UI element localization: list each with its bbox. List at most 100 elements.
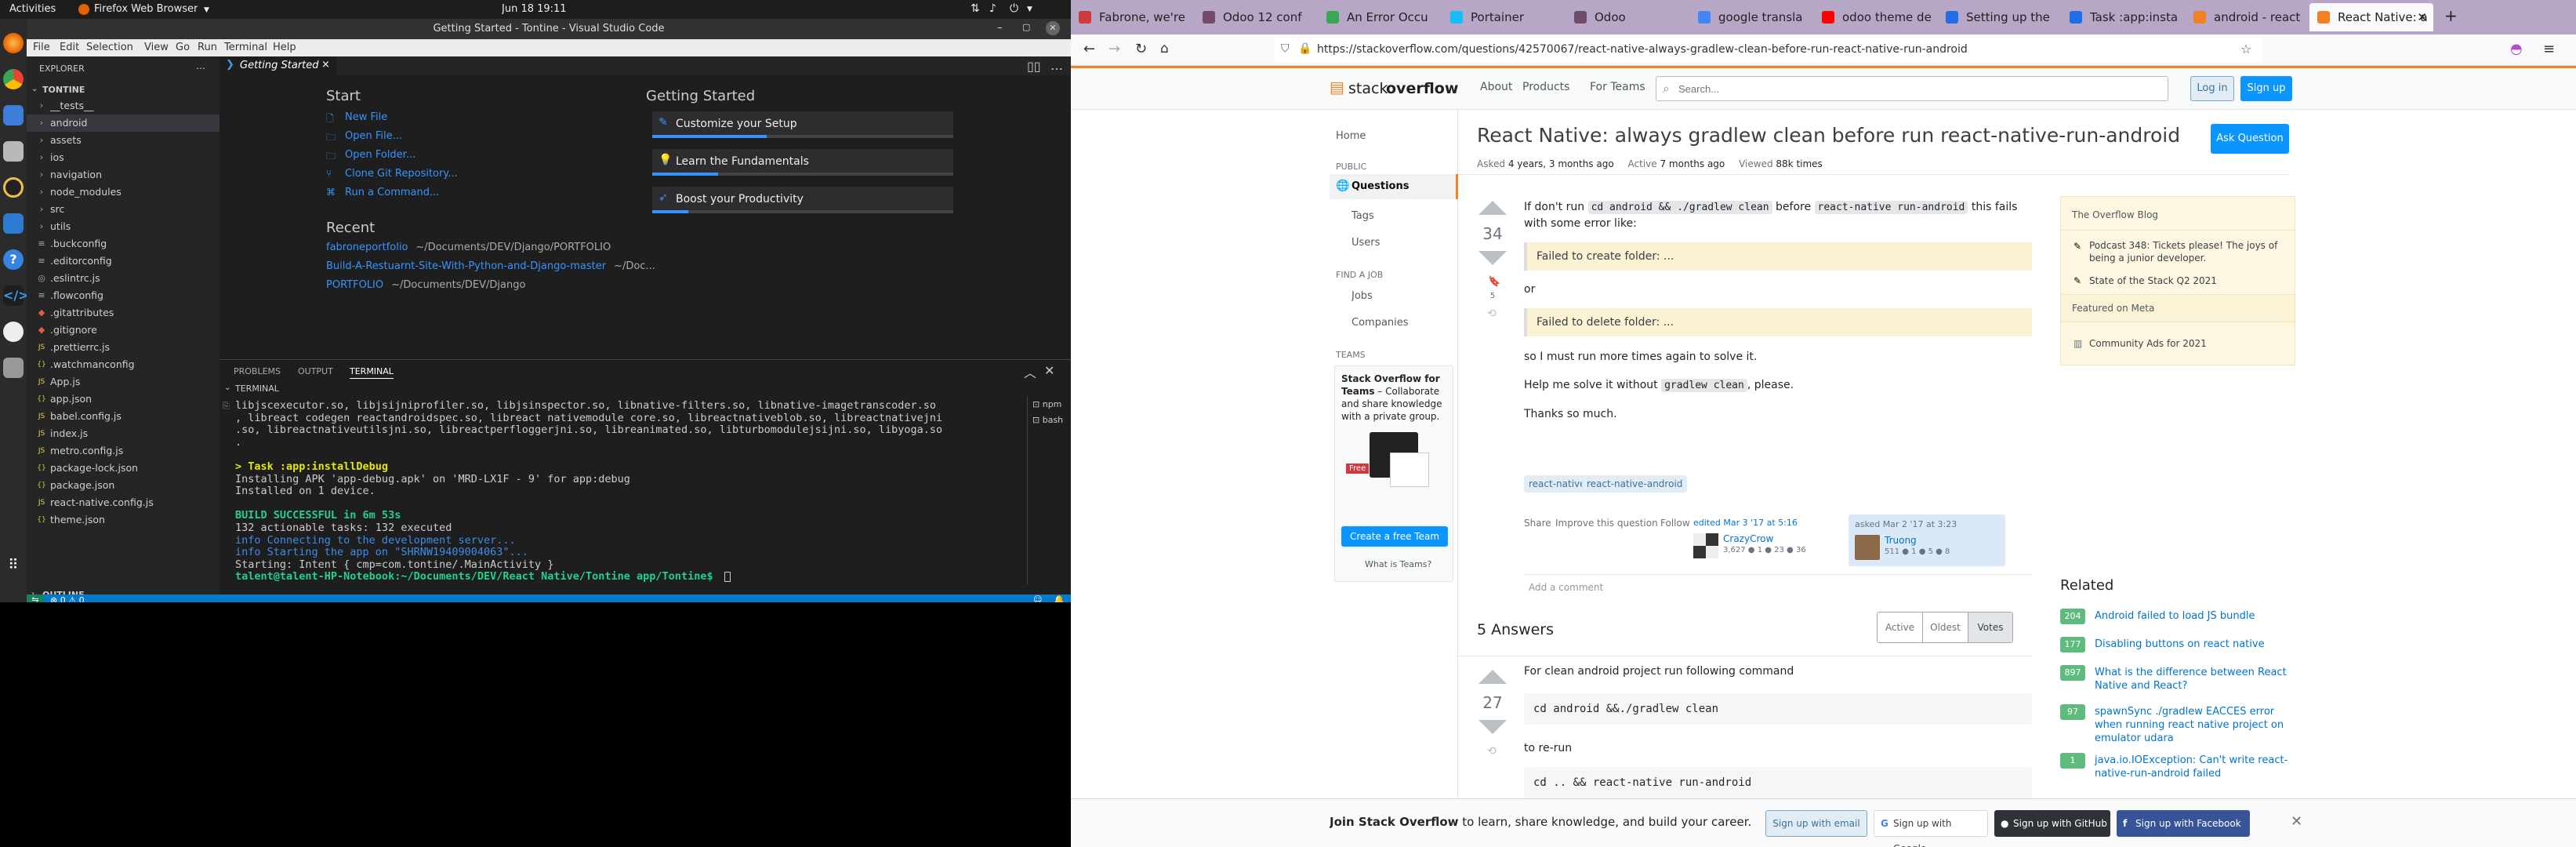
tree-item[interactable]: › node_modules — [27, 184, 220, 201]
browser-tab[interactable]: Setting up the — [1938, 3, 2062, 31]
tree-item[interactable]: ≡ .editorconfig — [27, 253, 220, 270]
activities-button[interactable]: Activities — [9, 3, 56, 15]
nav-questions[interactable]: 🌐 Questions — [1330, 174, 1458, 199]
terminal-output[interactable]: libjscexecutor.so, libjsijniprofiler.so,… — [235, 399, 1027, 587]
window-titlebar[interactable]: Getting Started - Tontine - Visual Studi… — [27, 19, 1071, 39]
help-icon[interactable]: ? — [3, 249, 24, 270]
history-icon[interactable]: ⟲ — [1487, 745, 1497, 758]
nav-tags[interactable]: Tags — [1351, 210, 1374, 222]
tree-item[interactable]: {} app.json — [27, 391, 220, 408]
open-folder-link[interactable]: Open Folder... — [345, 149, 415, 161]
clock[interactable]: Jun 18 19:11 — [502, 3, 567, 15]
browser-tab[interactable]: android - react — [2186, 3, 2309, 31]
meta-item[interactable]: Community Ads for 2021 — [2089, 338, 2207, 349]
tree-item[interactable]: › android — [27, 115, 220, 132]
upvote-icon[interactable] — [1478, 201, 1507, 215]
sort-active[interactable]: Active — [1878, 613, 1923, 642]
recent-item[interactable]: PORTFOLIO ~/Documents/DEV/Django — [326, 279, 525, 291]
tree-item[interactable]: JS App.js — [27, 373, 220, 391]
chevron-down-icon[interactable]: ⌄ — [31, 85, 38, 93]
run-command-link[interactable]: Run a Command... — [345, 187, 439, 198]
firefox-icon[interactable] — [3, 33, 24, 53]
nav-jobs[interactable]: Jobs — [1351, 290, 1373, 302]
tree-item[interactable]: ◆ .gitattributes — [27, 304, 220, 322]
avatar[interactable] — [1693, 533, 1718, 558]
tab-getting-started[interactable]: ❯ Getting Started × — [220, 56, 337, 75]
bell-icon[interactable]: 🔔 — [1054, 594, 1065, 602]
browser-tab[interactable]: Odoo — [1566, 3, 1690, 31]
search-input[interactable] — [1678, 80, 2149, 97]
menu-file[interactable]: File — [33, 42, 50, 53]
history-icon[interactable]: ⟲ — [1487, 307, 1497, 320]
signup-button[interactable]: Sign up — [2240, 76, 2292, 101]
related-link[interactable]: What is the difference between React Nat… — [2095, 666, 2295, 693]
open-file-link[interactable]: Open File... — [345, 130, 402, 142]
close-icon[interactable]: ✕ — [1044, 363, 1054, 378]
tree-item[interactable]: › assets — [27, 132, 220, 149]
terminal-npm[interactable]: ⊡ npm — [1032, 399, 1061, 409]
tree-item[interactable]: ◆ .gitignore — [27, 322, 220, 339]
power-icon[interactable]: ⏻ — [1010, 2, 1018, 15]
ask-question-button[interactable]: Ask Question — [2211, 124, 2289, 154]
forward-icon[interactable]: → — [1108, 41, 1120, 57]
feedback-icon[interactable]: ☺ — [1033, 594, 1042, 602]
signup-facebook-button[interactable]: f Sign up with Facebook — [2117, 810, 2250, 837]
chevron-up-icon[interactable]: ︿ — [1024, 362, 1036, 381]
edited-link[interactable]: edited Mar 3 '17 at 5:16 — [1693, 518, 1798, 528]
recent-item[interactable]: fabroneportfolio ~/Documents/DEV/Django/P… — [326, 242, 611, 253]
blog-item[interactable]: State of the Stack Q2 2021 — [2089, 275, 2217, 286]
menu-edit[interactable]: Edit — [60, 42, 79, 53]
menu-terminal[interactable]: Terminal — [224, 42, 267, 53]
nav-teams[interactable]: For Teams — [1590, 81, 1645, 93]
tree-item[interactable]: › __tests__ — [27, 97, 220, 115]
question-title[interactable]: React Native: always gradlew clean befor… — [1477, 124, 2182, 147]
tree-item[interactable]: JS .prettierrc.js — [27, 339, 220, 356]
writer-icon[interactable] — [3, 213, 24, 234]
downvote-icon[interactable] — [1478, 251, 1507, 265]
rhythmbox-icon[interactable] — [3, 177, 24, 198]
tab-output[interactable]: OUTPUT — [298, 366, 333, 376]
tab-problems[interactable]: PROBLEMS — [234, 366, 281, 376]
customize-setup-card[interactable]: ✎ Customize your Setup — [652, 111, 953, 138]
reload-icon[interactable]: ↻ — [1135, 41, 1147, 57]
recent-item[interactable]: Build-A-Restuarnt-Site-With-Python-and-D… — [326, 260, 655, 272]
nav-users[interactable]: Users — [1351, 237, 1380, 249]
bookmark-star-icon[interactable]: ☆ — [2240, 42, 2251, 56]
signup-email-button[interactable]: Sign up with email — [1765, 810, 1867, 837]
tree-item[interactable]: JS metro.config.js — [27, 442, 220, 460]
browser-tab[interactable]: Fabrone, we're — [1071, 3, 1195, 31]
terminal-bash[interactable]: ⊡ bash — [1032, 415, 1063, 425]
browser-tab[interactable]: An Error Occu — [1319, 3, 1442, 31]
browser-tab[interactable]: Portainer — [1442, 3, 1566, 31]
related-link[interactable]: Android failed to load JS bundle — [2095, 609, 2295, 623]
tag-react-native[interactable]: react-native — [1524, 475, 1591, 493]
tree-item[interactable]: › src — [27, 201, 220, 218]
bookmark-icon[interactable]: 🔖 — [1488, 276, 1500, 288]
sort-votes[interactable]: Votes — [1968, 613, 2012, 642]
close-icon[interactable]: ✕ — [2291, 813, 2302, 830]
close-icon[interactable]: ✕ — [2417, 3, 2427, 31]
menu-view[interactable]: View — [144, 42, 169, 53]
tree-item[interactable]: {} .watchmanconfig — [27, 356, 220, 373]
browser-tab[interactable]: Odoo 12 conf — [1195, 3, 1319, 31]
new-tab-icon[interactable]: + — [2444, 6, 2458, 25]
shield-icon[interactable]: ⛉ — [1281, 42, 1290, 55]
new-file-link[interactable]: New File — [345, 111, 387, 123]
url-bar[interactable]: ⛉ 🔒 https://stackoverflow.com/questions/… — [1275, 38, 2262, 63]
usb-drive-icon[interactable] — [3, 358, 24, 378]
blog-item[interactable]: Podcast 348: Tickets please! The joys of… — [2089, 239, 2285, 264]
signup-google-button[interactable]: G Sign up with Google — [1874, 810, 1988, 847]
tree-item[interactable]: JS react-native.config.js — [27, 494, 220, 511]
nav-about[interactable]: About — [1480, 81, 1512, 93]
hamburger-menu-icon[interactable]: ≡ — [2543, 41, 2555, 57]
close-icon[interactable]: × — [321, 59, 330, 71]
create-team-button[interactable]: Create a free Team — [1341, 526, 1448, 547]
browser-tab[interactable]: google transla — [1690, 3, 1814, 31]
thunderbird-icon[interactable] — [3, 105, 24, 125]
tree-item[interactable]: › ios — [27, 149, 220, 166]
related-link[interactable]: spawnSync ./gradlew EACCES error when ru… — [2095, 705, 2295, 745]
chevron-down-icon[interactable]: ⌄ — [224, 384, 230, 392]
problems-count[interactable]: ⊗ 0 ⚠ 0 — [50, 595, 85, 602]
so-search[interactable]: ⌕ — [1656, 76, 2168, 101]
more-actions-icon[interactable]: … — [1050, 58, 1063, 73]
